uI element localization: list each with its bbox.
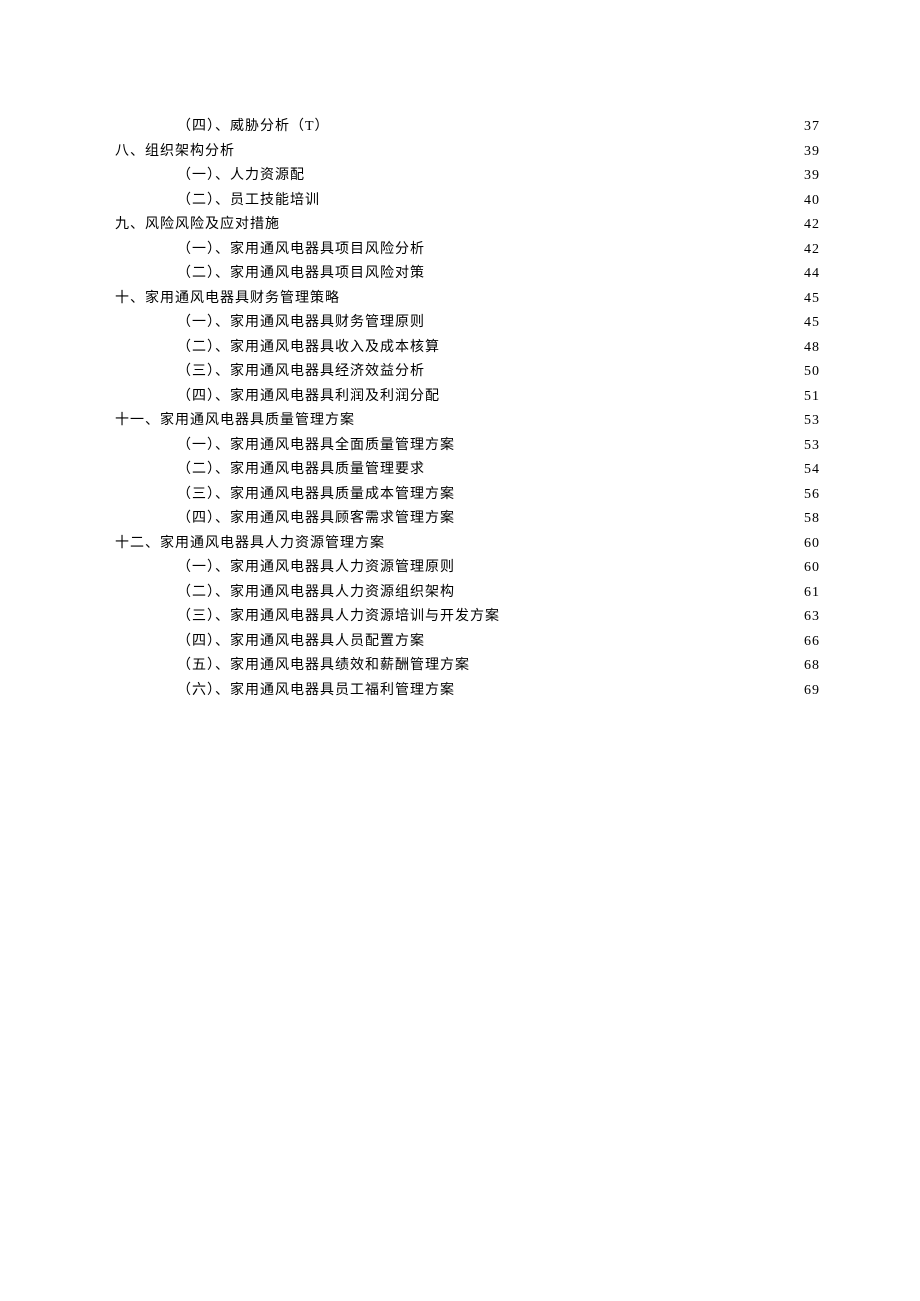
toc-entry-page: 48 <box>804 336 820 361</box>
toc-entry-page: 50 <box>804 360 820 385</box>
toc-entry-label: （一）、家用通风电器具全面质量管理方案 <box>177 434 455 459</box>
toc-entry-page: 53 <box>804 434 820 459</box>
toc-entry-label: （一）、人力资源配 <box>177 164 305 189</box>
toc-entry: （四）、家用通风电器具顾客需求管理方案 58 <box>177 507 820 532</box>
toc-entry: （二）、家用通风电器具质量管理要求 54 <box>177 458 820 483</box>
toc-entry-page: 37 <box>804 115 820 140</box>
toc-entry-page: 58 <box>804 507 820 532</box>
toc-entry: 八、组织架构分析 39 <box>115 140 820 165</box>
toc-entry-label: （四）、家用通风电器具利润及利润分配 <box>177 385 440 410</box>
toc-entry-label: 九、风险风险及应对措施 <box>115 213 280 238</box>
toc-entry-page: 45 <box>804 287 820 312</box>
toc-entry-page: 39 <box>804 164 820 189</box>
toc-container: （四）、威胁分析（T）37八、组织架构分析39（一）、人力资源配39（二）、员工… <box>115 115 820 703</box>
toc-entry-page: 42 <box>804 213 820 238</box>
toc-entry-label: （二）、家用通风电器具收入及成本核算 <box>177 336 440 361</box>
toc-entry-label: （二）、家用通风电器具项目风险对策 <box>177 262 425 287</box>
toc-entry: （三）、家用通风电器具人力资源培训与开发方案 63 <box>177 605 820 630</box>
toc-entry-label: （四）、威胁分析（T） <box>177 115 330 140</box>
toc-entry-page: 40 <box>804 189 820 214</box>
toc-entry-page: 56 <box>804 483 820 508</box>
toc-entry-page: 60 <box>804 532 820 557</box>
toc-entry: （二）、家用通风电器具人力资源组织架构 61 <box>177 581 820 606</box>
toc-entry-label: （四）、家用通风电器具人员配置方案 <box>177 630 425 655</box>
toc-entry: （三）、家用通风电器具质量成本管理方案 56 <box>177 483 820 508</box>
toc-entry-page: 60 <box>804 556 820 581</box>
toc-entry-label: （四）、家用通风电器具顾客需求管理方案 <box>177 507 455 532</box>
toc-entry: （二）、员工技能培训 40 <box>177 189 820 214</box>
toc-entry-label: 十二、家用通风电器具人力资源管理方案 <box>115 532 385 557</box>
toc-entry: （二）、家用通风电器具项目风险对策 44 <box>177 262 820 287</box>
toc-entry-page: 45 <box>804 311 820 336</box>
toc-entry-page: 42 <box>804 238 820 263</box>
toc-entry: （一）、家用通风电器具项目风险分析 42 <box>177 238 820 263</box>
toc-entry-label: （二）、家用通风电器具人力资源组织架构 <box>177 581 455 606</box>
toc-entry: （四）、家用通风电器具利润及利润分配 51 <box>177 385 820 410</box>
toc-entry: （一）、家用通风电器具全面质量管理方案 53 <box>177 434 820 459</box>
toc-entry-label: （三）、家用通风电器具人力资源培训与开发方案 <box>177 605 500 630</box>
toc-entry-label: （三）、家用通风电器具质量成本管理方案 <box>177 483 455 508</box>
toc-entry-page: 53 <box>804 409 820 434</box>
toc-entry-label: （二）、家用通风电器具质量管理要求 <box>177 458 425 483</box>
toc-entry-page: 54 <box>804 458 820 483</box>
toc-entry-label: （六）、家用通风电器具员工福利管理方案 <box>177 679 455 704</box>
toc-entry-page: 68 <box>804 654 820 679</box>
toc-entry: 九、风险风险及应对措施 42 <box>115 213 820 238</box>
toc-entry-label: 八、组织架构分析 <box>115 140 235 165</box>
toc-entry-label: （三）、家用通风电器具经济效益分析 <box>177 360 425 385</box>
toc-entry-page: 39 <box>804 140 820 165</box>
toc-entry: （三）、家用通风电器具经济效益分析 50 <box>177 360 820 385</box>
toc-entry-label: 十、家用通风电器具财务管理策略 <box>115 287 340 312</box>
toc-entry: （一）、家用通风电器具人力资源管理原则 60 <box>177 556 820 581</box>
toc-entry-label: （二）、员工技能培训 <box>177 189 320 214</box>
toc-entry-label: （一）、家用通风电器具财务管理原则 <box>177 311 425 336</box>
toc-entry-page: 66 <box>804 630 820 655</box>
toc-entry-label: （一）、家用通风电器具项目风险分析 <box>177 238 425 263</box>
toc-entry: （一）、人力资源配 39 <box>177 164 820 189</box>
toc-entry: 十二、家用通风电器具人力资源管理方案 60 <box>115 532 820 557</box>
toc-entry-label: （五）、家用通风电器具绩效和薪酬管理方案 <box>177 654 470 679</box>
toc-entry: 十、家用通风电器具财务管理策略 45 <box>115 287 820 312</box>
toc-entry: （六）、家用通风电器具员工福利管理方案 69 <box>177 679 820 704</box>
toc-entry-page: 69 <box>804 679 820 704</box>
toc-entry-label: 十一、家用通风电器具质量管理方案 <box>115 409 355 434</box>
toc-entry: （五）、家用通风电器具绩效和薪酬管理方案 68 <box>177 654 820 679</box>
toc-entry-label: （一）、家用通风电器具人力资源管理原则 <box>177 556 455 581</box>
toc-entry: （一）、家用通风电器具财务管理原则 45 <box>177 311 820 336</box>
toc-entry-page: 61 <box>804 581 820 606</box>
toc-entry: 十一、家用通风电器具质量管理方案 53 <box>115 409 820 434</box>
toc-entry-page: 63 <box>804 605 820 630</box>
toc-entry: （四）、威胁分析（T） 37 <box>177 115 820 140</box>
toc-entry-page: 44 <box>804 262 820 287</box>
toc-entry: （二）、家用通风电器具收入及成本核算 48 <box>177 336 820 361</box>
toc-entry: （四）、家用通风电器具人员配置方案 66 <box>177 630 820 655</box>
toc-entry-page: 51 <box>804 385 820 410</box>
